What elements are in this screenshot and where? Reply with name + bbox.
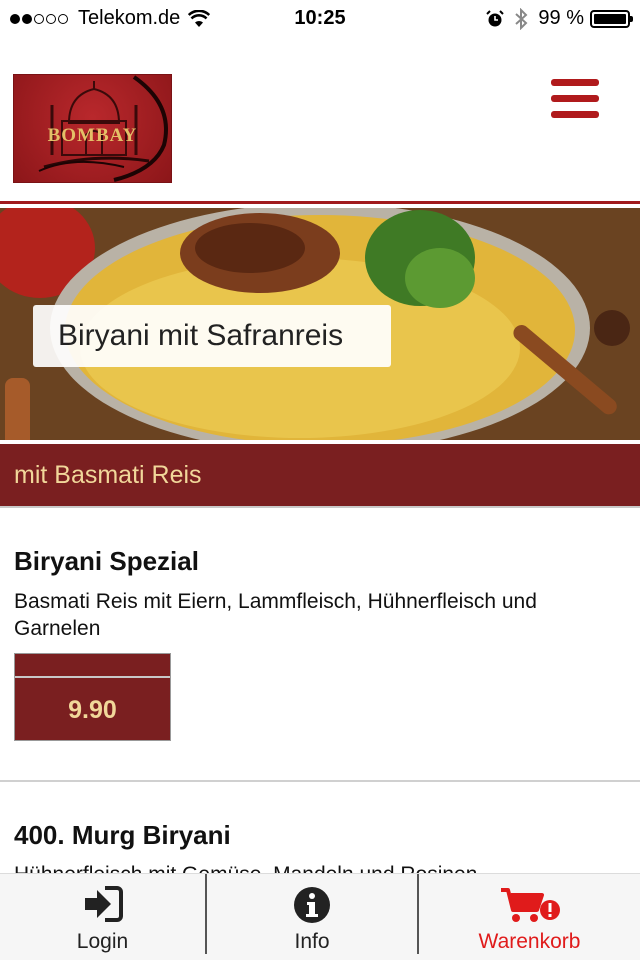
login-icon xyxy=(84,886,123,922)
header-divider xyxy=(0,201,640,204)
shopping-cart-icon xyxy=(500,888,560,922)
hero-banner: Biryani mit Safranreis xyxy=(0,208,640,440)
hamburger-menu-icon[interactable] xyxy=(551,79,599,119)
tab-info-label: Info xyxy=(294,930,330,953)
tab-warenkorb[interactable]: Warenkorb xyxy=(419,874,640,960)
menu-item-title: 400. Murg Biryani xyxy=(14,820,231,850)
hero-caption: Biryani mit Safranreis xyxy=(33,305,391,367)
price-button[interactable]: 9.90 xyxy=(14,653,171,741)
tab-warenkorb-label: Warenkorb xyxy=(478,930,581,953)
alarm-icon xyxy=(486,9,505,26)
bluetooth-icon xyxy=(515,7,528,30)
category-label: mit Basmati Reis xyxy=(14,461,202,489)
tab-info[interactable]: Info xyxy=(207,874,417,960)
battery-percent: 99 % xyxy=(538,7,584,29)
status-bar: Telekom.de 10:25 99 % xyxy=(0,0,640,36)
category-header[interactable]: mit Basmati Reis xyxy=(0,444,640,506)
battery-level xyxy=(594,13,626,24)
category-divider xyxy=(0,506,640,508)
battery-icon xyxy=(590,9,633,28)
info-icon xyxy=(294,887,330,923)
logo-text: BOMBAY xyxy=(47,125,138,146)
menu-item-description: Basmati Reis mit Eiern, Lammfleisch, Hüh… xyxy=(14,590,537,640)
menu-item-title: Biryani Spezial xyxy=(14,546,199,576)
restaurant-logo[interactable]: BOMBAY xyxy=(13,74,172,183)
price-button-divider xyxy=(15,676,170,678)
app-header: BOMBAY xyxy=(0,36,640,206)
tab-login[interactable]: Login xyxy=(0,874,205,960)
status-right: 99 % xyxy=(486,7,633,30)
bottom-tab-bar: Login Info Warenkorb xyxy=(0,873,640,960)
item-separator xyxy=(0,780,640,782)
tab-login-label: Login xyxy=(76,930,129,953)
price-label: 9.90 xyxy=(68,696,117,724)
